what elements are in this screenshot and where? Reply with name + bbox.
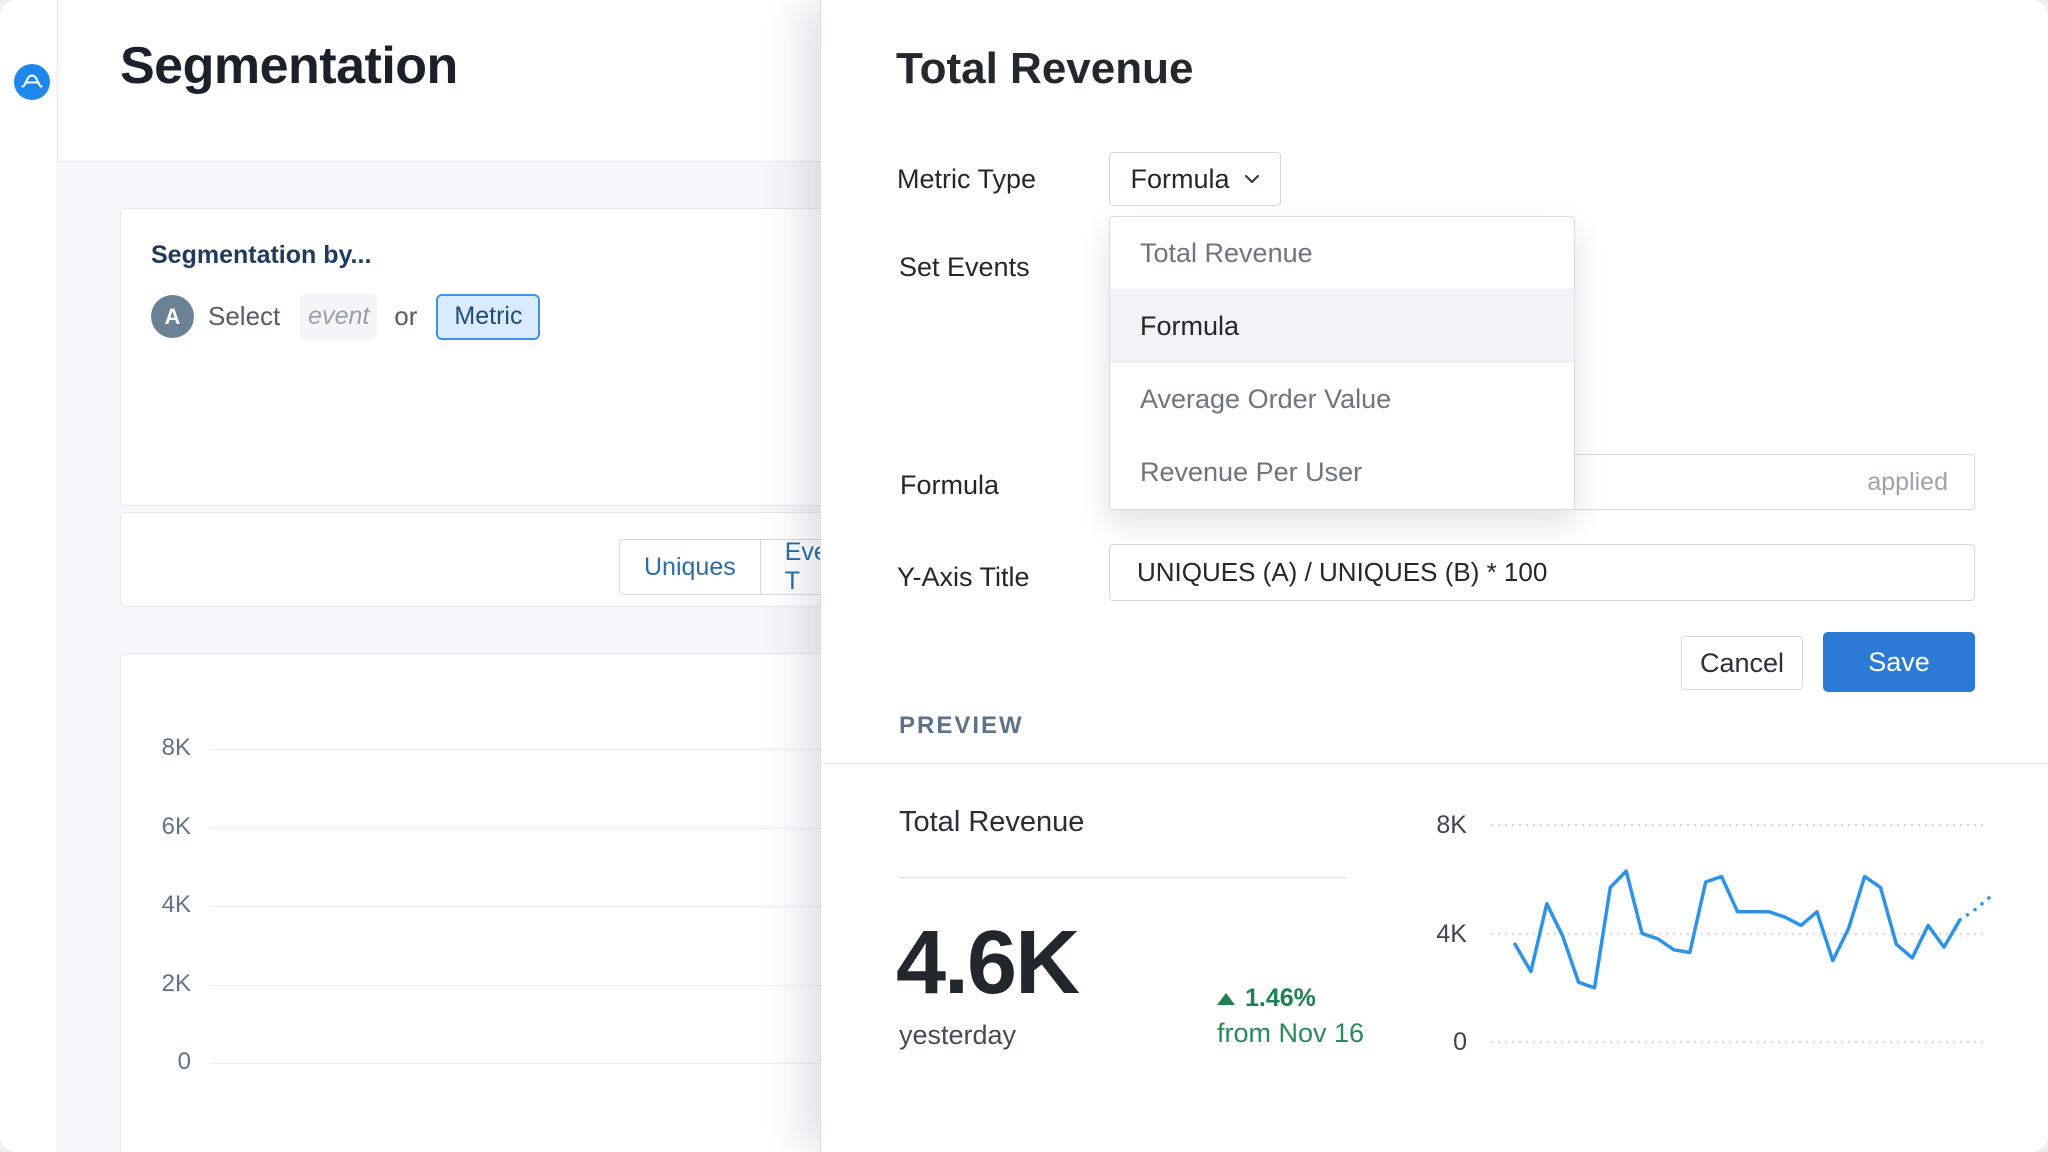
preview-metric-title: Total Revenue — [899, 806, 1084, 839]
sparkline-series — [1515, 871, 1960, 988]
sparkline-svg — [1477, 798, 1997, 1064]
event-selector-row: A Select event or Metric — [151, 293, 540, 340]
gridline — [210, 1063, 875, 1064]
gridline — [210, 749, 875, 750]
chevron-down-icon — [1244, 174, 1260, 184]
segmentation-chart-card: 8K 6K 4K 2K 0 — [120, 653, 882, 1152]
y-axis-title-field — [1109, 544, 1975, 601]
y-tick-label: 2K — [135, 970, 191, 998]
spark-tick-label: 0 — [1421, 1028, 1467, 1057]
metric-type-dropdown-menu: Total RevenueFormulaAverage Order ValueR… — [1109, 216, 1575, 510]
y-axis-title-label: Y-Axis Title — [897, 562, 1030, 593]
preview-change: 1.46% — [1217, 984, 1316, 1013]
metric-type-value: Formula — [1130, 164, 1229, 195]
formula-label: Formula — [900, 470, 999, 501]
y-tick-label: 0 — [135, 1048, 191, 1076]
preview-change-from: from Nov 16 — [1217, 1018, 1364, 1049]
amplitude-wave-icon — [20, 70, 44, 94]
dropdown-option-formula[interactable]: Formula — [1110, 290, 1574, 363]
segmentation-by-heading: Segmentation by... — [151, 241, 371, 270]
gridline — [210, 828, 875, 829]
metric-editor-panel: Total Revenue Metric Type Formula Set Ev… — [820, 0, 2048, 1152]
select-label: Select — [208, 301, 280, 332]
preview-sparkline-chart: 8K 4K 0 — [1421, 798, 2001, 1064]
preview-section-label: PREVIEW — [899, 712, 1024, 740]
metric-button[interactable]: Metric — [436, 294, 540, 340]
dropdown-option-average-order-value[interactable]: Average Order Value — [1110, 363, 1574, 436]
spark-tick-label: 4K — [1421, 920, 1467, 949]
metric-editor-title: Total Revenue — [896, 44, 1193, 94]
metric-type-label: Metric Type — [897, 164, 1036, 195]
app-window: Segmentation Segmentation by... A Select… — [0, 0, 2048, 1152]
tab-uniques[interactable]: Uniques — [619, 539, 761, 595]
preview-big-value: 4.6K — [896, 912, 1078, 1015]
dropdown-option-revenue-per-user[interactable]: Revenue Per User — [1110, 436, 1574, 509]
formula-applied-status: applied — [1867, 468, 1948, 497]
spark-tick-label: 8K — [1421, 811, 1467, 840]
triangle-up-icon — [1217, 993, 1235, 1005]
series-a-badge: A — [151, 295, 194, 338]
or-label: or — [394, 301, 417, 332]
preview-metric-underline — [899, 877, 1347, 878]
save-button[interactable]: Save — [1823, 632, 1975, 692]
dropdown-option-total-revenue[interactable]: Total Revenue — [1110, 217, 1574, 290]
cancel-button[interactable]: Cancel — [1681, 636, 1803, 690]
page-title: Segmentation — [120, 36, 458, 96]
gridline — [210, 985, 875, 986]
chart-controls-card: UniquesEvent T — [120, 512, 882, 607]
preview-divider — [821, 763, 2048, 764]
y-tick-label: 8K — [135, 734, 191, 762]
event-placeholder-chip[interactable]: event — [300, 294, 377, 340]
y-tick-label: 4K — [135, 891, 191, 919]
left-nav-rail — [0, 0, 58, 1152]
metric-type-dropdown-button[interactable]: Formula — [1109, 152, 1281, 206]
gridline — [210, 906, 875, 907]
amplitude-logo-icon[interactable] — [14, 64, 50, 100]
y-axis-title-input[interactable] — [1110, 544, 1974, 601]
sparkline-projection-dotted — [1960, 896, 1992, 920]
preview-change-pct: 1.46% — [1245, 984, 1316, 1013]
set-events-label: Set Events — [899, 252, 1030, 283]
segmentation-by-card: Segmentation by... A Select event or Met… — [120, 208, 882, 506]
y-tick-label: 6K — [135, 813, 191, 841]
preview-period-label: yesterday — [899, 1020, 1016, 1051]
